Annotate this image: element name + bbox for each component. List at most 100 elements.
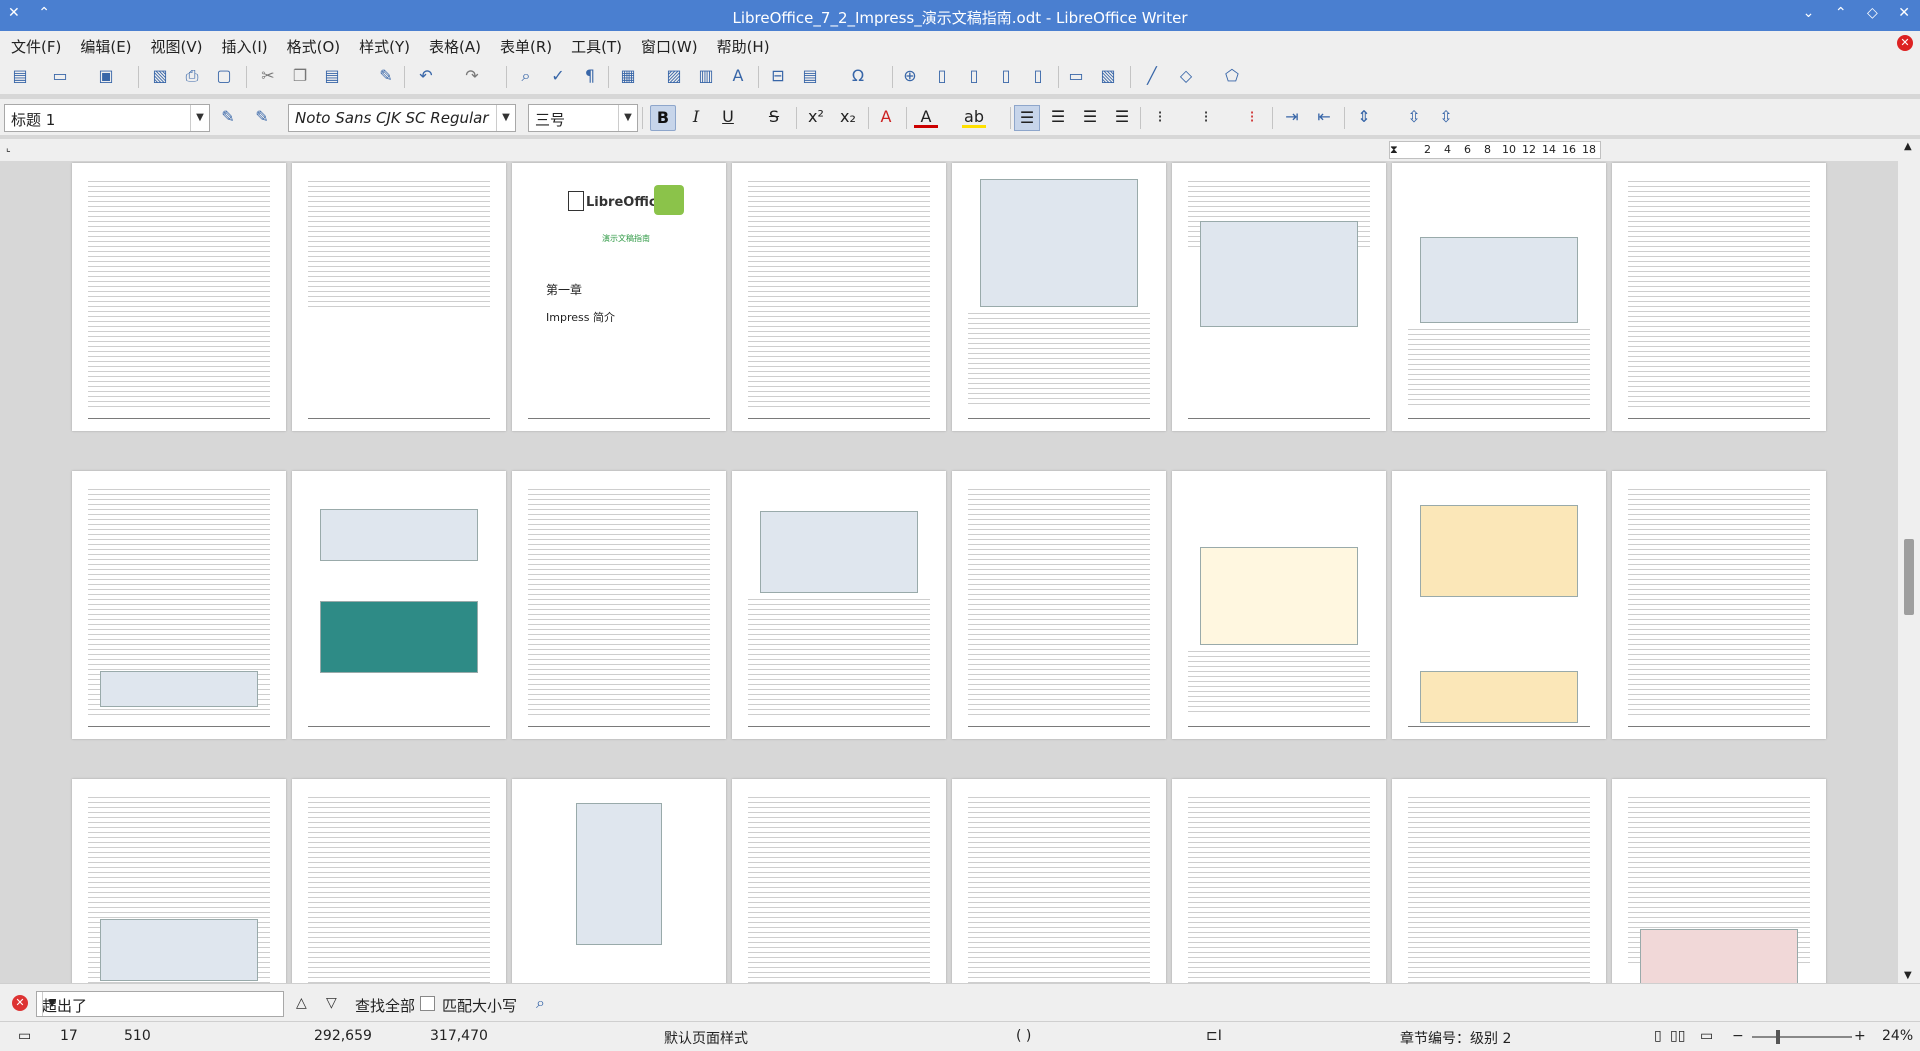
menu-file[interactable]: 文件(F) (0, 31, 69, 57)
strikethrough-icon[interactable]: S (762, 105, 786, 129)
insert-line-icon[interactable]: ╱ (1140, 64, 1164, 88)
cut-icon[interactable]: ✂ (256, 64, 280, 88)
menu-window[interactable]: 窗口(W) (630, 31, 706, 57)
close-find-icon[interactable]: ✕ (12, 995, 28, 1011)
insert-table-icon[interactable]: ▦ (616, 64, 640, 88)
page-break-icon[interactable]: ⊟ (766, 64, 790, 88)
menu-edit[interactable]: 编辑(E) (69, 31, 139, 57)
open-folder-icon[interactable]: ▭ (48, 64, 72, 88)
undo-icon[interactable]: ↶ (414, 64, 438, 88)
font-name-select[interactable]: Noto Sans CJK SC Regular ▼ (288, 104, 516, 132)
tab-stop-icon[interactable]: ⌞ (6, 143, 11, 154)
highlight-icon[interactable]: ab (962, 105, 986, 128)
close-document-icon[interactable]: ✕ (1897, 35, 1913, 51)
clone-formatting-icon[interactable]: ✎ (374, 64, 398, 88)
new-document-icon[interactable]: ▤ (8, 64, 32, 88)
decrease-paragraph-spacing-icon[interactable]: ⇳ (1434, 105, 1458, 129)
line-spacing-icon[interactable]: ⇕ (1352, 105, 1376, 129)
zoom-in-icon[interactable]: + (1854, 1028, 1866, 1044)
maximize-icon[interactable]: ◇ (1867, 5, 1878, 21)
book-view-icon[interactable]: ▭ (1700, 1028, 1713, 1044)
print-preview-icon[interactable]: ▢ (212, 64, 236, 88)
insert-image-icon[interactable]: ▨ (662, 64, 686, 88)
single-page-view-icon[interactable]: ▯ (1654, 1028, 1662, 1044)
align-center-icon[interactable]: ☰ (1046, 105, 1070, 129)
menu-help[interactable]: 帮助(H) (706, 31, 778, 57)
formatting-marks-icon[interactable]: ¶ (578, 64, 602, 88)
clear-formatting-icon[interactable]: A (874, 105, 898, 129)
paragraph-style-select[interactable]: 标题 1 ▼ (4, 104, 210, 132)
horizontal-ruler[interactable]: ⧗ 2 4 6 8 10 12 14 16 18 (1389, 141, 1601, 159)
scroll-up-icon[interactable]: ▲ (1904, 141, 1912, 152)
find-replace-icon[interactable]: ⌕ (536, 993, 545, 1013)
page-thumbnail[interactable] (952, 163, 1166, 431)
close-window-icon[interactable]: ✕ (1898, 5, 1910, 21)
insert-chart-icon[interactable]: ▥ (694, 64, 718, 88)
page-thumbnail[interactable] (512, 471, 726, 739)
page-thumbnail[interactable] (1172, 779, 1386, 983)
endnote-icon[interactable]: ▯ (962, 64, 986, 88)
page-thumbnail[interactable] (952, 471, 1166, 739)
word-count[interactable]: 510 (124, 1028, 151, 1044)
page-thumbnail[interactable] (1612, 779, 1826, 983)
save-icon[interactable]: ▣ (94, 64, 118, 88)
page-thumbnail[interactable] (292, 471, 506, 739)
page-thumbnail[interactable] (72, 471, 286, 739)
italic-icon[interactable]: I (684, 105, 708, 129)
new-style-icon[interactable]: ✎ (250, 105, 274, 129)
hyperlink-icon[interactable]: ⊕ (898, 64, 922, 88)
redo-icon[interactable]: ↷ (460, 64, 484, 88)
chevron-down-icon[interactable]: ▼ (42, 992, 61, 1016)
document-workspace[interactable]: LibreOffice 演示文稿指南 第一章 Impress 简介 (0, 161, 1898, 983)
menu-format[interactable]: 格式(O) (276, 31, 349, 57)
cover-page[interactable]: LibreOffice 演示文稿指南 第一章 Impress 简介 (512, 163, 726, 431)
page-thumbnail[interactable] (1172, 163, 1386, 431)
decrease-indent-icon[interactable]: ⇤ (1312, 105, 1336, 129)
ordered-list-icon[interactable]: ⁝ (1194, 105, 1218, 129)
bookmark-icon[interactable]: ▯ (994, 64, 1018, 88)
page-thumbnail[interactable] (1392, 779, 1606, 983)
multi-page-view-icon[interactable]: ▯▯ (1670, 1028, 1685, 1044)
align-left-icon[interactable]: ☰ (1014, 105, 1040, 131)
increase-paragraph-spacing-icon[interactable]: ⇳ (1402, 105, 1426, 129)
underline-icon[interactable]: U (716, 105, 740, 129)
footnote-icon[interactable]: ▯ (930, 64, 954, 88)
page-thumbnail[interactable] (1612, 163, 1826, 431)
page-thumbnail[interactable] (952, 779, 1166, 983)
increase-indent-icon[interactable]: ⇥ (1280, 105, 1304, 129)
font-size-select[interactable]: 三号 ▼ (528, 104, 638, 132)
page-thumbnail[interactable] (732, 471, 946, 739)
print-icon[interactable]: ⎙ (180, 64, 204, 88)
page-style[interactable]: 默认页面样式 (664, 1028, 748, 1048)
page-thumbnail[interactable] (72, 779, 286, 983)
special-character-icon[interactable]: Ω (846, 64, 870, 88)
zoom-level[interactable]: 24% (1882, 1028, 1913, 1044)
page-thumbnail[interactable] (1612, 471, 1826, 739)
page-thumbnail[interactable] (292, 779, 506, 983)
page-thumbnail[interactable] (732, 163, 946, 431)
comment-icon[interactable]: ▭ (1064, 64, 1088, 88)
scrollbar-thumb[interactable] (1904, 539, 1914, 615)
zoom-slider-handle[interactable] (1776, 1030, 1780, 1044)
page-thumbnail[interactable] (732, 779, 946, 983)
basic-shapes-icon[interactable]: ◇ (1174, 64, 1198, 88)
track-changes-icon[interactable]: ▧ (1096, 64, 1120, 88)
find-previous-icon[interactable]: △ (296, 995, 307, 1011)
superscript-icon[interactable]: x² (804, 105, 828, 129)
subscript-icon[interactable]: x₂ (836, 105, 860, 129)
align-right-icon[interactable]: ☰ (1078, 105, 1102, 129)
paste-icon[interactable]: ▤ (320, 64, 344, 88)
page-thumbnail[interactable] (512, 779, 726, 983)
zoom-out-icon[interactable]: − (1732, 1028, 1744, 1044)
menu-insert[interactable]: 插入(I) (211, 31, 276, 57)
justify-icon[interactable]: ☰ (1110, 105, 1134, 129)
zoom-slider[interactable] (1752, 1036, 1852, 1038)
insert-field-icon[interactable]: ▤ (798, 64, 822, 88)
page-thumbnail[interactable] (1392, 163, 1606, 431)
page-thumbnail[interactable] (72, 163, 286, 431)
no-list-icon[interactable]: ⁝ (1240, 105, 1264, 129)
page-number[interactable]: 17 (60, 1028, 78, 1044)
draw-functions-icon[interactable]: ⬠ (1220, 64, 1244, 88)
font-color-icon[interactable]: A (914, 105, 938, 128)
scroll-down-icon[interactable]: ▼ (1904, 970, 1912, 981)
